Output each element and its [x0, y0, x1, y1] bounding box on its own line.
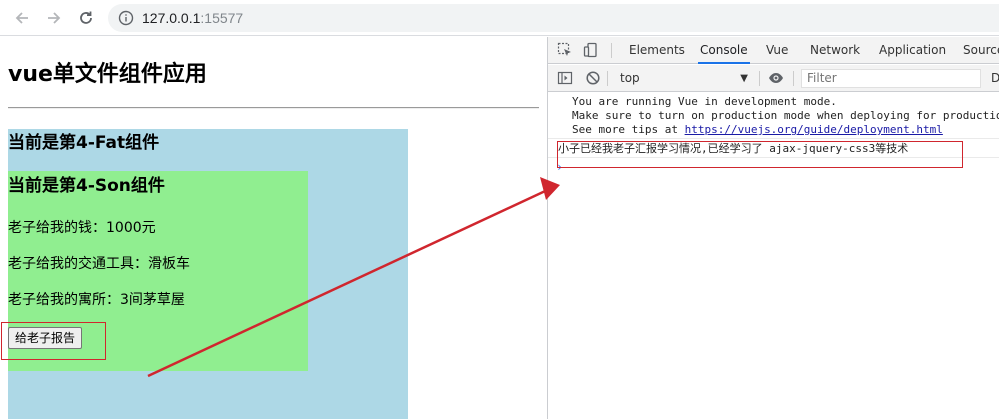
device-toolbar-icon[interactable] [583, 42, 599, 58]
url-text: 127.0.0.1:15577 [142, 10, 243, 26]
tab-vue[interactable]: Vue [766, 37, 788, 64]
url-host: 127.0.0.1 [142, 10, 201, 26]
son-residence-text: 老子给我的寓所：3间茅草屋 [8, 292, 185, 308]
toolbar-divider [611, 43, 612, 58]
console-line: See more tips at https://vuejs.org/guide… [572, 123, 999, 137]
eye-icon[interactable] [768, 70, 784, 86]
browser-toolbar: 127.0.0.1:15577 [0, 0, 999, 36]
devtools-tab-bar: Elements Console Vue Network Application… [548, 37, 999, 64]
log-highlight-box [557, 141, 963, 168]
tab-network[interactable]: Network [810, 37, 860, 64]
sidebar-toggle-icon[interactable] [557, 70, 573, 86]
son-component-title: 当前是第4-Son组件 [8, 176, 165, 196]
horizontal-rule [8, 107, 539, 109]
console-message: You are running Vue in development mode.… [548, 95, 999, 139]
toolbar-divider [607, 71, 608, 86]
caret-down-icon: ▼ [740, 73, 748, 84]
son-money-text: 老子给我的钱：1000元 [8, 220, 156, 236]
tab-console[interactable]: Console [698, 37, 750, 64]
fat-component: 当前是第4-Fat组件 当前是第4-Son组件 老子给我的钱：1000元 老子给… [8, 129, 408, 419]
toolbar-divider [793, 71, 794, 86]
back-button[interactable] [10, 6, 34, 30]
son-vehicle-text: 老子给我的交通工具：滑板车 [8, 256, 190, 272]
tab-application[interactable]: Application [879, 37, 946, 64]
inspect-element-icon[interactable] [557, 42, 573, 58]
address-bar[interactable]: 127.0.0.1:15577 [108, 4, 999, 32]
tab-sources[interactable]: Source [963, 37, 999, 64]
reload-icon [80, 11, 92, 24]
console-line: Make sure to turn on production mode whe… [572, 109, 999, 122]
toolbar-divider [759, 71, 760, 86]
arrow-left-icon [15, 12, 28, 24]
page-viewport: vue单文件组件应用 当前是第4-Fat组件 当前是第4-Son组件 老子给我的… [0, 37, 547, 419]
context-select[interactable]: top ▼ [614, 69, 752, 88]
devtools-panel: Elements Console Vue Network Application… [547, 37, 999, 419]
reload-button[interactable] [74, 6, 98, 30]
forward-button[interactable] [42, 6, 66, 30]
vue-deployment-link[interactable]: https://vuejs.org/guide/deployment.html [685, 123, 943, 136]
button-highlight-box [1, 322, 106, 360]
console-text: See more tips at [572, 123, 685, 136]
console-filter-bar: top ▼ Filter D [548, 65, 999, 92]
url-port: :15577 [200, 10, 244, 26]
log-levels-dropdown[interactable]: D [991, 69, 999, 88]
console-filter-input[interactable]: Filter [801, 69, 981, 88]
console-line: You are running Vue in development mode. [572, 95, 837, 108]
tab-elements[interactable]: Elements [629, 37, 685, 64]
fat-component-title: 当前是第4-Fat组件 [8, 133, 160, 153]
info-icon[interactable] [118, 10, 134, 26]
context-select-value: top [620, 71, 640, 85]
page-title: vue单文件组件应用 [8, 62, 207, 87]
arrow-right-icon [48, 12, 61, 24]
clear-console-icon[interactable] [585, 70, 601, 86]
